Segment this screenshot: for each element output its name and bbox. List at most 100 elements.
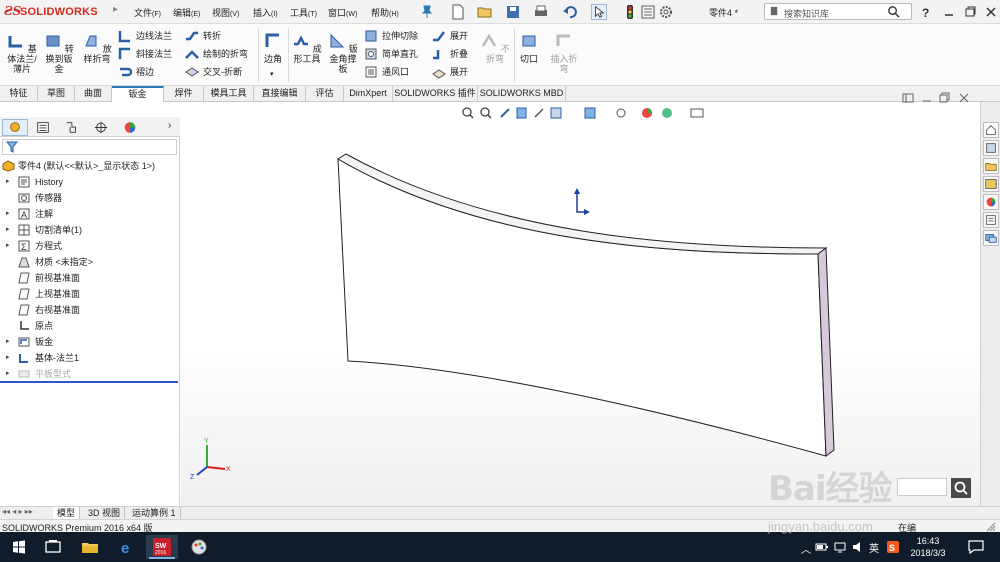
options-gear-icon[interactable] — [658, 4, 674, 20]
task-view-icon[interactable] — [38, 535, 68, 559]
model-view[interactable]: Y X Z — [181, 102, 980, 506]
configuration-manager-tab-icon[interactable] — [58, 119, 84, 136]
heads-up-view-toolbar[interactable] — [459, 105, 719, 121]
tab-sketch[interactable]: 草图 — [38, 86, 75, 102]
property-manager-tab-icon[interactable] — [30, 119, 56, 136]
fold-button[interactable]: 折叠 — [432, 46, 468, 62]
file-explorer-icon[interactable] — [983, 158, 999, 174]
volume-icon[interactable] — [851, 541, 865, 553]
system-clock[interactable]: 16:43 2018/3/3 — [908, 535, 948, 559]
custom-properties-icon[interactable] — [983, 212, 999, 228]
tree-filter[interactable] — [2, 139, 177, 155]
sheetmetal-gusset-button[interactable]: 钣金角撑板 — [326, 32, 360, 74]
tab-surfaces[interactable]: 曲面 — [75, 86, 112, 102]
rebuild-traffic-light-icon[interactable] — [622, 4, 638, 20]
menu-insert[interactable]: 插入(I) — [253, 6, 278, 19]
menu-help[interactable]: 帮助(H) — [371, 6, 399, 19]
battery-icon[interactable] — [815, 541, 829, 553]
solidworks-forum-icon[interactable] — [983, 230, 999, 246]
corners-dropdown-icon[interactable]: ▾ — [270, 70, 274, 78]
tab-scroll-arrows-icon[interactable]: ◂◂ ◂ ▸ ▸▸ — [2, 507, 33, 516]
search-icon[interactable] — [887, 5, 900, 18]
windows-start-icon[interactable] — [4, 535, 34, 559]
appearances-icon[interactable] — [983, 194, 999, 210]
edge-flange-button[interactable]: 边线法兰 — [118, 28, 172, 44]
menu-file[interactable]: 文件(F) — [134, 6, 161, 19]
flatten-button[interactable]: 展开 — [432, 64, 468, 80]
unfold-button[interactable]: 展开 — [432, 28, 468, 44]
sketched-bend-button[interactable]: 绘制的折弯 — [185, 46, 248, 62]
sheet-front-face[interactable] — [337, 158, 827, 457]
expand-arrow-icon[interactable]: ▸ — [6, 350, 10, 366]
solidworks-taskbar-button[interactable]: SW 2016 — [146, 535, 178, 559]
tab-dimxpert[interactable]: DimXpert — [344, 86, 393, 102]
tab-features[interactable]: 特征 — [0, 86, 38, 102]
minimize-icon[interactable] — [941, 4, 957, 20]
hem-button[interactable]: 褶边 — [118, 64, 154, 80]
network-icon[interactable] — [833, 541, 847, 553]
menu-pin-arrow-icon[interactable]: ▸ — [113, 4, 118, 15]
search-knowledge-base[interactable]: 搜索知识库 — [764, 3, 912, 20]
restore-icon[interactable] — [962, 4, 978, 20]
print-icon[interactable] — [533, 4, 549, 20]
panel-scroll-right-icon[interactable]: › — [168, 120, 171, 131]
view-palette-icon[interactable] — [983, 176, 999, 192]
pin-icon[interactable] — [419, 4, 435, 20]
expand-arrow-icon[interactable]: ▸ — [6, 334, 10, 350]
expand-arrow-icon[interactable]: ▸ — [6, 206, 10, 222]
action-center-icon[interactable] — [967, 539, 985, 555]
simple-hole-button[interactable]: 简单直孔 — [364, 46, 418, 62]
file-explorer-taskbar-icon[interactable] — [75, 535, 105, 559]
edge-browser-icon[interactable]: e — [112, 535, 142, 559]
tab-weldments[interactable]: 焊件 — [164, 86, 204, 102]
tab-evaluate[interactable]: 评估 — [306, 86, 344, 102]
open-folder-icon[interactable] — [477, 4, 493, 20]
tab-mold-tools[interactable]: 模具工具 — [204, 86, 254, 102]
view-close-icon[interactable] — [958, 92, 970, 104]
ime-indicator[interactable]: 英 — [869, 540, 879, 555]
dimxpert-manager-tab-icon[interactable] — [88, 119, 114, 136]
insert-bends-button[interactable]: 插入折弯 — [550, 32, 578, 74]
solidworks-resources-icon[interactable] — [983, 122, 999, 138]
lofted-bend-button[interactable]: 放样折弯 — [80, 32, 114, 64]
sogou-input-icon[interactable]: S — [886, 541, 900, 553]
expand-arrow-icon[interactable]: ▸ — [6, 222, 10, 238]
rip-button[interactable]: 切口 — [518, 32, 540, 64]
menu-window[interactable]: 窗口(W) — [328, 6, 357, 19]
file-properties-icon[interactable] — [640, 4, 656, 20]
expand-arrow-icon[interactable]: ▸ — [6, 174, 10, 190]
paint-app-icon[interactable] — [184, 535, 214, 559]
undo-icon[interactable] — [562, 4, 578, 20]
tab-sheetmetal[interactable]: 钣金 — [112, 86, 164, 102]
convert-to-sheetmetal-button[interactable]: 转换到钣金 — [44, 32, 74, 74]
menu-tools[interactable]: 工具(T) — [290, 6, 317, 19]
close-icon[interactable] — [983, 4, 999, 20]
extruded-cut-button[interactable]: 拉伸切除 — [364, 28, 418, 44]
miter-flange-button[interactable]: 斜接法兰 — [118, 46, 172, 62]
tab-solidworks-addins[interactable]: SOLIDWORKS 插件 — [393, 86, 478, 102]
new-document-icon[interactable] — [450, 4, 466, 20]
no-bends-button[interactable]: 不折弯 — [480, 32, 510, 64]
cross-break-button[interactable]: 交叉-折断 — [185, 64, 242, 80]
expand-arrow-icon[interactable]: ▸ — [6, 238, 10, 254]
view-pane-left-icon[interactable] — [902, 92, 914, 104]
view-selector-box[interactable] — [897, 478, 947, 496]
corners-button[interactable]: 边角 — [262, 32, 284, 64]
view-minimize-icon[interactable] — [921, 92, 933, 104]
help-icon[interactable]: ? — [918, 4, 934, 20]
rollback-bar[interactable] — [0, 381, 178, 383]
base-flange-button[interactable]: 基体法兰/薄片 — [4, 32, 40, 74]
jog-button[interactable]: 转折 — [185, 28, 221, 44]
tray-expand-icon[interactable]: ︿ — [801, 541, 811, 556]
expand-arrow-icon[interactable]: ▸ — [6, 366, 10, 382]
design-library-icon[interactable] — [983, 140, 999, 156]
vent-button[interactable]: 通风口 — [364, 64, 409, 80]
menu-view[interactable]: 视图(V) — [212, 6, 239, 19]
solidworks-logo[interactable]: ƧS SOLIDWORKS — [2, 3, 114, 21]
feature-manager-tab-icon[interactable] — [2, 119, 28, 136]
tab-solidworks-mbd[interactable]: SOLIDWORKS MBD — [478, 86, 566, 102]
display-manager-tab-icon[interactable] — [117, 119, 143, 136]
graphics-area[interactable]: Y X Z — [181, 92, 980, 506]
menu-edit[interactable]: 编辑(E) — [173, 6, 200, 19]
save-icon[interactable] — [505, 4, 521, 20]
